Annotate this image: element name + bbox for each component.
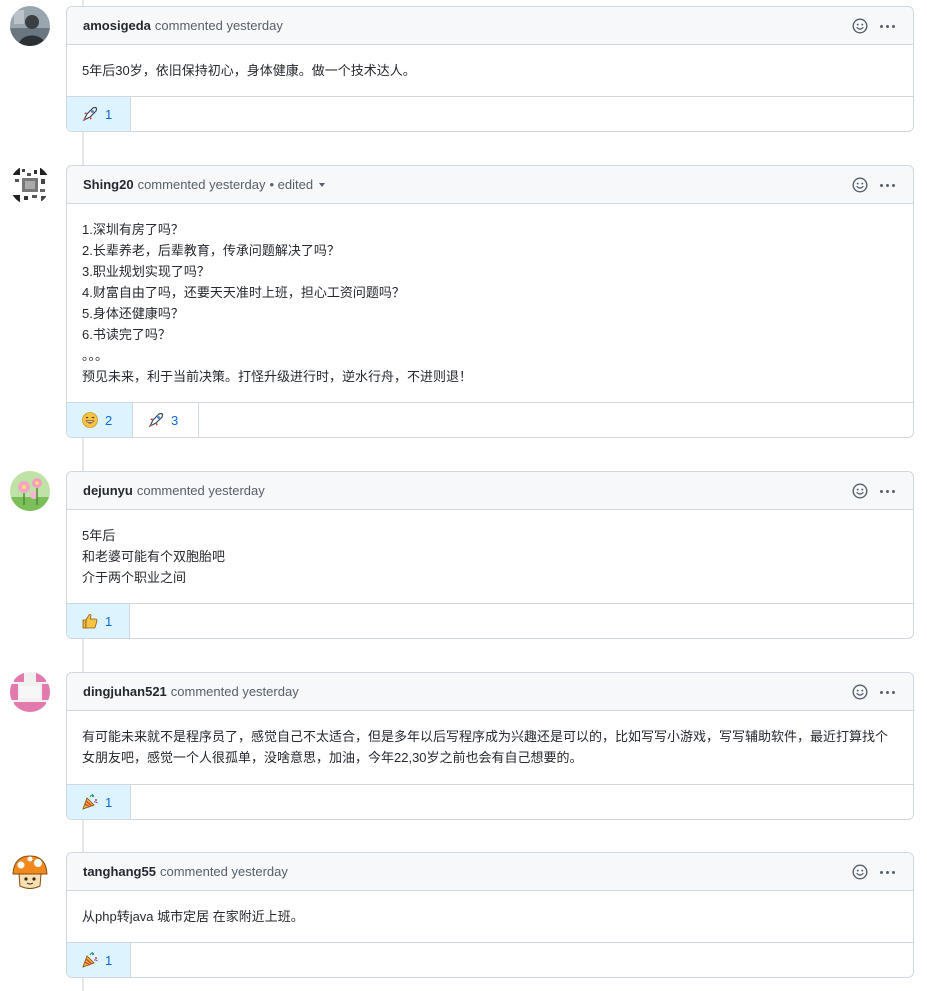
comment-text: 和老婆可能有个双胞胎吧 bbox=[82, 549, 226, 564]
reaction-count: 1 bbox=[105, 794, 113, 810]
avatar[interactable] bbox=[10, 165, 50, 205]
comment-timestamp[interactable]: commented yesterday bbox=[171, 684, 299, 699]
laugh-icon bbox=[81, 411, 99, 429]
comment-author[interactable]: Shing20 bbox=[83, 177, 134, 192]
chevron-down-icon[interactable] bbox=[319, 182, 326, 187]
reaction-count: 2 bbox=[105, 412, 113, 428]
comment-box: dejunyu commented yesterday 5年后 和老婆可能有个双… bbox=[66, 471, 914, 639]
add-reaction-icon[interactable] bbox=[852, 483, 868, 499]
kebab-menu-icon[interactable] bbox=[878, 489, 897, 493]
comment-header: dejunyu commented yesterday bbox=[67, 472, 913, 510]
comment-header: dingjuhan521 commented yesterday bbox=[67, 673, 913, 711]
add-reaction-icon[interactable] bbox=[852, 864, 868, 880]
add-reaction-icon[interactable] bbox=[852, 684, 868, 700]
party-popper-icon bbox=[81, 793, 99, 811]
comment-body: 1.深圳有房了吗？ 2.长辈养老，后辈教育，传承问题解决了吗？ 3.职业规划实现… bbox=[67, 204, 913, 402]
comment-text: 3.职业规划实现了吗？ bbox=[82, 264, 210, 279]
reactions-bar: 1 bbox=[67, 96, 913, 131]
reaction-laugh[interactable]: 2 bbox=[67, 403, 133, 437]
comment-text: 预见未来，利于当前决策。打怪升级进行时，逆水行舟，不进则退！ bbox=[82, 369, 473, 384]
comment-timestamp[interactable]: commented yesterday bbox=[137, 483, 265, 498]
reaction-thumbs-up[interactable]: 1 bbox=[67, 604, 130, 638]
avatar[interactable] bbox=[10, 852, 50, 892]
rocket-icon bbox=[147, 411, 165, 429]
kebab-menu-icon[interactable] bbox=[878, 870, 897, 874]
comment-body: 5年后 和老婆可能有个双胞胎吧 介于两个职业之间 bbox=[67, 510, 913, 603]
reactions-bar: 1 bbox=[67, 942, 913, 977]
party-popper-icon bbox=[81, 951, 99, 969]
comment-text: 2.长辈养老，后辈教育，传承问题解决了吗？ bbox=[82, 243, 340, 258]
comment-text: 从php转java 城市定居 在家附近上班。 bbox=[82, 909, 304, 924]
comment-timestamp[interactable]: commented yesterday bbox=[138, 177, 266, 192]
kebab-menu-icon[interactable] bbox=[878, 183, 897, 187]
comment-author[interactable]: dingjuhan521 bbox=[83, 684, 167, 699]
edited-dropdown[interactable]: • edited bbox=[269, 177, 313, 192]
comment-body: 有可能未来就不是程序员了，感觉自己不太适合，但是多年以后写程序成为兴趣还是可以的… bbox=[67, 711, 913, 784]
reaction-count: 1 bbox=[105, 106, 113, 122]
add-reaction-icon[interactable] bbox=[852, 18, 868, 34]
comment-box: Shing20 commented yesterday • edited 1.深… bbox=[66, 165, 914, 438]
comment-box: tanghang55 commented yesterday 从php转java… bbox=[66, 852, 914, 978]
reaction-hooray[interactable]: 1 bbox=[67, 943, 131, 977]
avatar[interactable] bbox=[10, 471, 50, 511]
comment-header: tanghang55 commented yesterday bbox=[67, 853, 913, 891]
comment-timestamp[interactable]: commented yesterday bbox=[155, 18, 283, 33]
thumbs-up-icon bbox=[81, 612, 99, 630]
kebab-menu-icon[interactable] bbox=[878, 690, 897, 694]
comment-text: 1.深圳有房了吗？ bbox=[82, 222, 184, 237]
comment-text: 6.书读完了吗？ bbox=[82, 327, 171, 342]
comment-text: 5.身体还健康吗？ bbox=[82, 306, 184, 321]
comment-body: 5年后30岁，依旧保持初心，身体健康。做一个技术达人。 bbox=[67, 45, 913, 96]
comment-text: 有可能未来就不是程序员了，感觉自己不太适合，但是多年以后写程序成为兴趣还是可以的… bbox=[82, 729, 889, 765]
reaction-hooray[interactable]: 1 bbox=[67, 785, 131, 819]
comment-text: 5年后 bbox=[82, 528, 116, 543]
comment-text: 4.财富自由了吗，还要天天准时上班，担心工资问题吗？ bbox=[82, 285, 405, 300]
comment-author[interactable]: tanghang55 bbox=[83, 864, 156, 879]
avatar[interactable] bbox=[10, 672, 50, 712]
comment-text: 介于两个职业之间 bbox=[82, 570, 187, 585]
reactions-bar: 1 bbox=[67, 603, 913, 638]
comment-timestamp[interactable]: commented yesterday bbox=[160, 864, 288, 879]
comment-author[interactable]: amosigeda bbox=[83, 18, 151, 33]
reaction-rocket[interactable]: 1 bbox=[67, 97, 131, 131]
reaction-count: 1 bbox=[105, 952, 113, 968]
add-reaction-icon[interactable] bbox=[852, 177, 868, 193]
rocket-icon bbox=[81, 105, 99, 123]
comment-text: 5年后30岁，依旧保持初心，身体健康。做一个技术达人。 bbox=[82, 63, 416, 78]
reactions-bar: 1 bbox=[67, 784, 913, 819]
comment-author[interactable]: dejunyu bbox=[83, 483, 133, 498]
comment-header: Shing20 commented yesterday • edited bbox=[67, 166, 913, 204]
reactions-bar: 2 3 bbox=[67, 402, 913, 437]
comment-box: dingjuhan521 commented yesterday 有可能未来就不… bbox=[66, 672, 914, 820]
reaction-count: 3 bbox=[171, 412, 179, 428]
kebab-menu-icon[interactable] bbox=[878, 24, 897, 28]
comment-header: amosigeda commented yesterday bbox=[67, 7, 913, 45]
comment-text: 。。。 bbox=[82, 348, 109, 363]
comment-box: amosigeda commented yesterday 5年后30岁，依旧保… bbox=[66, 6, 914, 132]
reaction-count: 1 bbox=[105, 613, 113, 629]
comment-body: 从php转java 城市定居 在家附近上班。 bbox=[67, 891, 913, 942]
reaction-rocket[interactable]: 3 bbox=[133, 403, 199, 437]
avatar[interactable] bbox=[10, 6, 50, 46]
